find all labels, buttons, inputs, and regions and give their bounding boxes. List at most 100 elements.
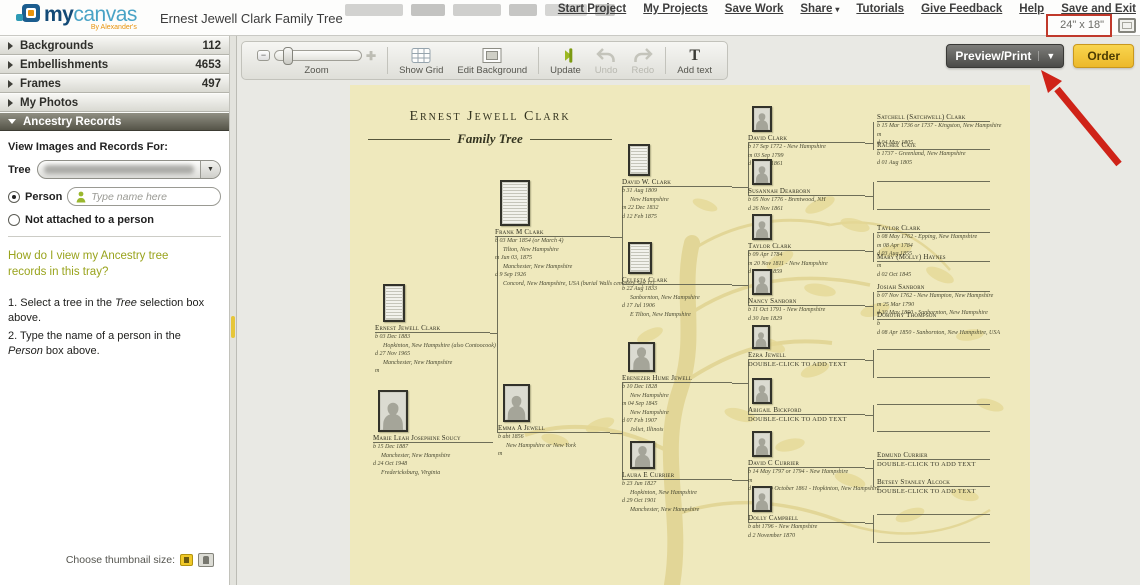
mycanvas-logo[interactable]: mycanvasBy Alexander's (16, 4, 137, 26)
add-text-placeholder[interactable]: DOUBLE-CLICK TO ADD TEXT (877, 488, 990, 496)
tree-connector (732, 187, 748, 188)
tree-node-nancy-sanborn[interactable]: Nancy Sanbornb 11 Oct 1791 - New Hampshi… (748, 269, 865, 323)
portrait-silhouette-image[interactable] (752, 159, 772, 185)
sidebar-section-embellishments[interactable]: Embellishments4653 (0, 55, 229, 74)
preview-print-button[interactable]: Preview/Print ▼ (946, 44, 1064, 68)
tree-node-dorothy-thompson[interactable]: Dorothy Thompsonbd 08 Apr 1850 - Sanborn… (877, 311, 990, 337)
redo-button[interactable]: Redo (625, 44, 662, 77)
splitter-grip[interactable] (231, 316, 235, 338)
tree-node-susannah-dearborn[interactable]: Susannah Dearbornb 05 Nov 1776 - Brentwo… (748, 159, 865, 213)
tree-node-emma-a-jewell[interactable]: Emma A Jewellb abt 1856New Hampshire or … (498, 384, 610, 459)
portrait-document-image[interactable] (500, 180, 530, 226)
menu-start-project[interactable]: Start Project (558, 3, 626, 15)
menu-share[interactable]: Share▾ (800, 3, 839, 15)
menu-save-work[interactable]: Save Work (725, 3, 784, 15)
portrait-silhouette-image[interactable] (752, 106, 772, 132)
undo-button[interactable]: Undo (588, 44, 625, 77)
portrait-silhouette-image[interactable] (752, 325, 770, 349)
person-detail-line: d 02 Oct 1845 (877, 272, 990, 280)
preview-print-caret-icon[interactable]: ▼ (1038, 51, 1055, 61)
section-label: Embellishments (20, 59, 108, 71)
tree-node-david-c-currier[interactable]: David C Currierb 14 May 1797 or 1794 - N… (748, 431, 865, 494)
sidebar-splitter[interactable] (230, 36, 237, 585)
tree-node-laura-e-currier[interactable]: Laura E Currierb 23 Jun 1827Hopkinton, N… (622, 441, 732, 514)
tree-node-taylor-clark[interactable]: Taylor Clarkb 09 Apr 1784m 20 Nov 1811 -… (748, 214, 865, 277)
tree-node-empty[interactable] (877, 201, 990, 210)
canvas-title[interactable]: Ernest Jewell Clark (370, 109, 610, 125)
show-grid-button[interactable]: Show Grid (392, 44, 450, 77)
tree-node-empty[interactable] (877, 173, 990, 182)
zoom-in-button[interactable]: ✚ (366, 49, 376, 63)
person-detail-line: Tilton, New Hampshire (495, 247, 610, 255)
tree-node-marie-leah-josephine-soucy[interactable]: Marie Leah Josephine Soucyb 15 Dec 1887M… (373, 390, 493, 477)
add-text-button[interactable]: T Add text (670, 44, 719, 77)
portrait-silhouette-image[interactable] (752, 431, 772, 457)
portrait-silhouette-image[interactable] (752, 486, 772, 512)
portrait-silhouette-image[interactable] (752, 378, 772, 404)
person-detail-line: b 1737 - Greenland, New Hampshire (877, 151, 990, 159)
tree-node-empty[interactable] (877, 534, 990, 543)
add-text-placeholder[interactable]: DOUBLE-CLICK TO ADD TEXT (748, 361, 865, 369)
portrait-document-image[interactable] (628, 144, 650, 176)
person-name: Betsey Stanley Alcock (877, 478, 990, 487)
tree-node-betsey-stanley-alcock[interactable]: Betsey Stanley AlcockDOUBLE-CLICK TO ADD… (877, 478, 990, 496)
tree-node-ezra-jewell[interactable]: Ezra JewellDOUBLE-CLICK TO ADD TEXT (748, 325, 865, 369)
tree-node-ernest-jewell-clark[interactable]: Ernest Jewell Clarkb 03 Dec 1883Hopkinto… (375, 284, 490, 376)
portrait-document-image[interactable] (628, 242, 652, 274)
portrait-silhouette-image[interactable] (378, 390, 408, 432)
person-name (877, 396, 990, 405)
add-text-placeholder[interactable]: DOUBLE-CLICK TO ADD TEXT (748, 416, 865, 424)
menu-help[interactable]: Help (1019, 3, 1044, 15)
order-button[interactable]: Order (1073, 44, 1134, 68)
tree-node-empty[interactable] (877, 423, 990, 432)
tree-node-abigail-bickford[interactable]: Abigail BickfordDOUBLE-CLICK TO ADD TEXT (748, 378, 865, 424)
portrait-silhouette-image[interactable] (752, 269, 772, 295)
portrait-silhouette-image[interactable] (752, 214, 772, 240)
add-text-placeholder[interactable]: DOUBLE-CLICK TO ADD TEXT (877, 461, 990, 469)
tree-node-frank-m-clark[interactable]: Frank M Clarkb 03 Mar 1854 (or March 4)T… (495, 180, 610, 288)
menu-tutorials[interactable]: Tutorials (856, 3, 904, 15)
sidebar-section-my-photos[interactable]: My Photos (0, 93, 229, 112)
tree-node-edmund-currier[interactable]: Edmund CurrierDOUBLE-CLICK TO ADD TEXT (877, 451, 990, 469)
tree-node-celesta-clark[interactable]: Celesta Clarkb 22 Aug 1833Sanbornton, Ne… (622, 242, 732, 319)
portrait-silhouette-image[interactable] (630, 441, 655, 469)
person-name: Dolly Campbell (748, 514, 865, 523)
zoom-slider[interactable] (274, 50, 362, 61)
update-button[interactable]: Update (543, 44, 588, 77)
sidebar-section-ancestry-records[interactable]: Ancestry Records (0, 112, 229, 131)
tree-node-mary-molly-haynes[interactable]: Mary (Molly) Haynesmd 02 Oct 1845 (877, 253, 990, 279)
chevron-down-icon (8, 119, 16, 124)
tree-node-david-w-clark[interactable]: David W. Clarkb 31 Aug 1809New Hampshire… (622, 144, 732, 221)
tree-node-empty[interactable] (877, 506, 990, 515)
tree-node-empty[interactable] (877, 396, 990, 405)
tree-connector (873, 182, 874, 210)
menu-give-feedback[interactable]: Give Feedback (921, 3, 1002, 15)
tree-node-empty[interactable] (877, 341, 990, 350)
person-radio[interactable] (8, 191, 20, 203)
tree-select-caret-icon[interactable]: ▼ (200, 161, 220, 178)
sidebar-section-backgrounds[interactable]: Backgrounds112 (0, 36, 229, 55)
portrait-silhouette-image[interactable] (503, 384, 530, 422)
portrait-silhouette-image[interactable] (628, 342, 655, 372)
toolbar-separator (538, 47, 539, 74)
fit-to-screen-icon[interactable] (1118, 18, 1136, 33)
large-thumbnail-button[interactable] (198, 553, 214, 567)
edit-background-button[interactable]: Edit Background (450, 44, 534, 77)
sidebar-section-frames[interactable]: Frames497 (0, 74, 229, 93)
tree-node-ebenezer-hume-jewell[interactable]: Ebenezer Hume Jewellb 10 Dec 1828New Ham… (622, 342, 732, 434)
menu-my-projects[interactable]: My Projects (643, 3, 708, 15)
tree-node-dolly-campbell[interactable]: Dolly Campbellb abt 1796 - New Hampshire… (748, 486, 865, 540)
canvas-subtitle[interactable]: Family Tree (457, 131, 523, 147)
zoom-out-button[interactable]: − (257, 50, 270, 61)
person-name: Edmund Currier (877, 451, 990, 460)
portrait-document-image[interactable] (383, 284, 405, 322)
help-link[interactable]: How do I view my Ancestry tree records i… (8, 249, 198, 280)
not-attached-radio[interactable] (8, 214, 20, 226)
tree-node-empty[interactable] (877, 369, 990, 378)
small-thumbnail-button[interactable] (180, 554, 193, 566)
design-canvas[interactable]: Ernest Jewell Clark Family Tree Ernest J… (350, 85, 1030, 585)
person-name-input[interactable]: Type name here (67, 187, 221, 206)
tree-select[interactable]: ▼ (37, 160, 221, 179)
tree-node-rachel-cate[interactable]: Rachel Cateb 1737 - Greenland, New Hamps… (877, 141, 990, 167)
zoom-slider-handle[interactable] (283, 47, 293, 65)
